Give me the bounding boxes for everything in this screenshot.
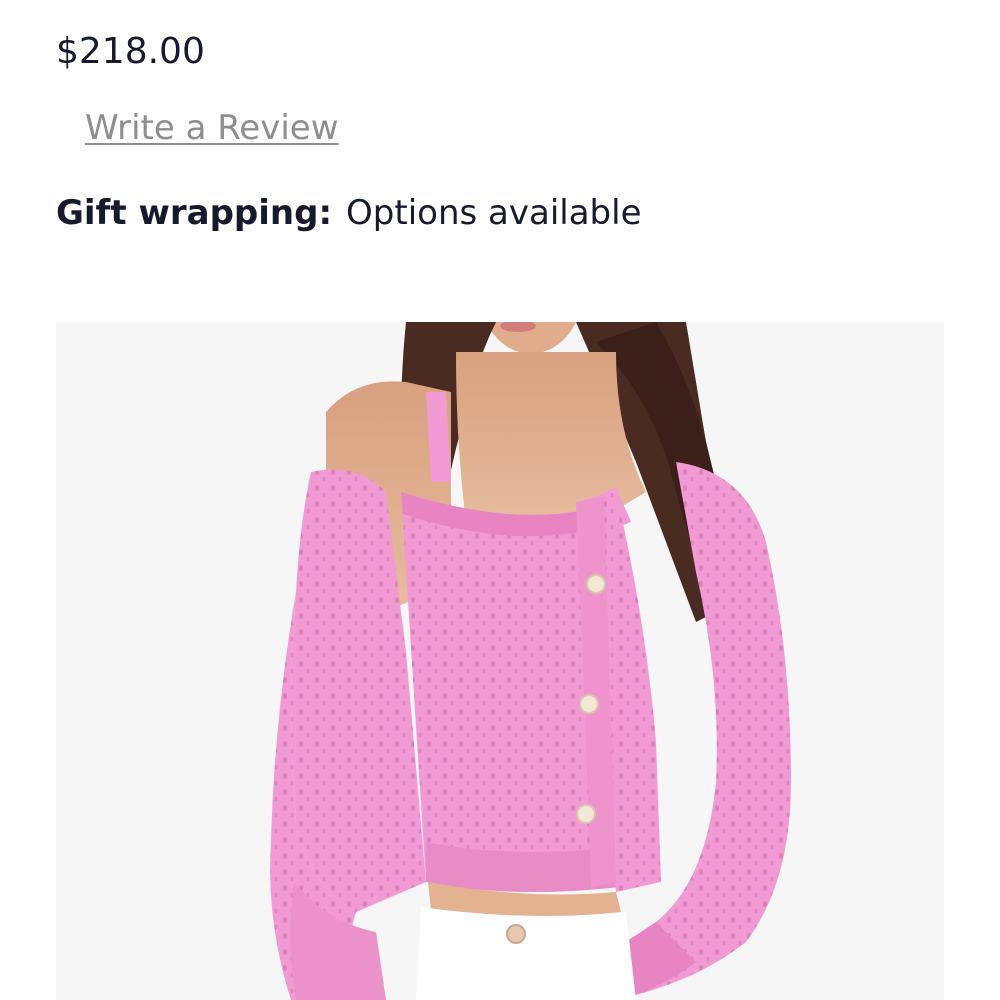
product-photo-illustration: [270, 322, 791, 1000]
gift-wrapping-label: Gift wrapping:: [56, 193, 333, 233]
write-review-link[interactable]: Write a Review: [85, 105, 339, 151]
product-image[interactable]: [56, 322, 944, 1000]
product-price: $218.00: [56, 31, 205, 72]
gift-wrapping-info: Gift wrapping: Options available: [56, 190, 642, 236]
gift-wrapping-value: Options available: [346, 193, 642, 233]
